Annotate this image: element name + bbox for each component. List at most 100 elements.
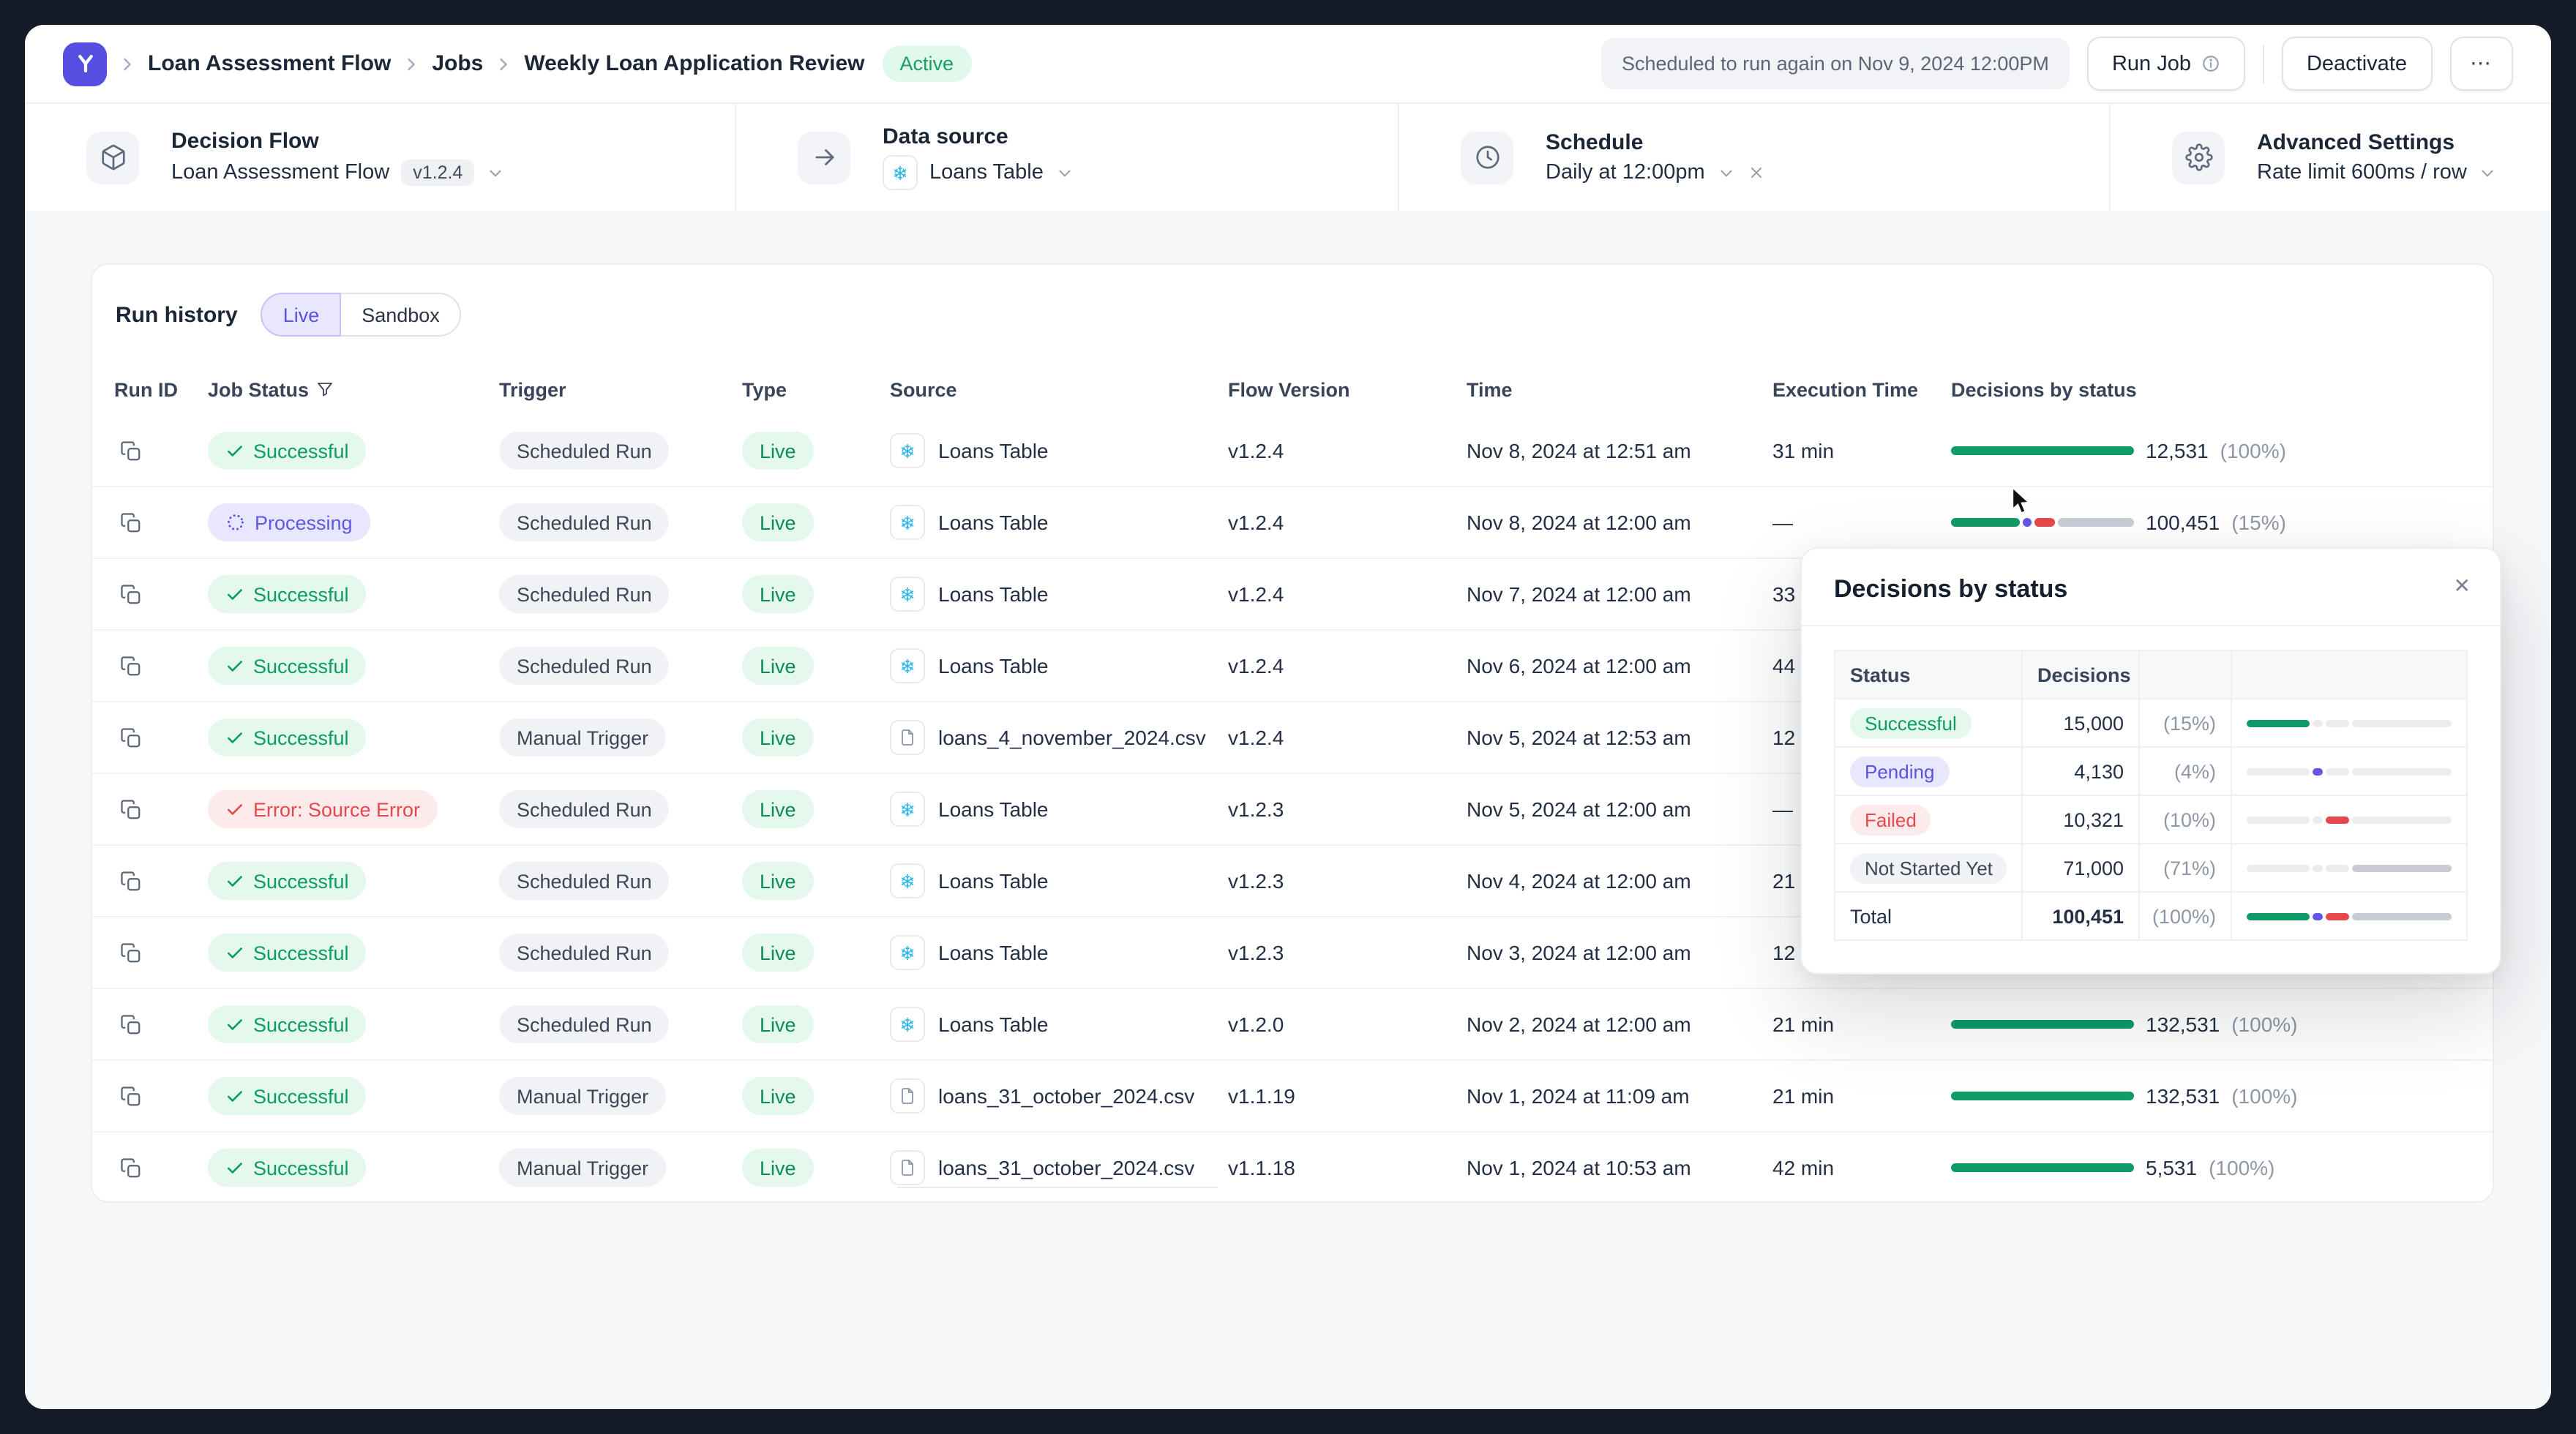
column-header-trigger[interactable]: Trigger [499, 378, 742, 400]
chevron-down-icon[interactable] [486, 163, 505, 182]
time-cell: Nov 6, 2024 at 12:00 am [1467, 654, 1772, 677]
copy-run-id-icon[interactable] [114, 798, 208, 820]
execution-time-cell: 31 min [1772, 439, 1951, 462]
decisions-bar[interactable] [1951, 1163, 2134, 1172]
copy-run-id-icon[interactable] [114, 440, 208, 462]
decision-flow-card[interactable]: Decision Flow Loan Assessment Flow v1.2.… [25, 104, 736, 211]
decisions-value: 5,531 [2146, 1156, 2197, 1179]
tab-sandbox[interactable]: Sandbox [341, 293, 462, 337]
source-name: Loans Table [938, 511, 1049, 534]
column-header-job-status[interactable]: Job Status [208, 378, 499, 400]
copy-run-id-icon[interactable] [114, 1085, 208, 1107]
popup-table-row: Total100,451(100%) [1835, 891, 2466, 939]
filter-icon[interactable] [316, 380, 334, 398]
decisions-bar[interactable] [1951, 518, 2134, 527]
trigger-badge: Scheduled Run [499, 1005, 670, 1043]
chevron-down-icon[interactable] [1717, 163, 1736, 182]
popup-total-label: Total [1850, 905, 1892, 927]
data-source-card[interactable]: Data source ❄ Loans Table [736, 104, 1399, 211]
trigger-cell: Scheduled Run [499, 862, 742, 900]
advanced-settings-card[interactable]: Advanced Settings Rate limit 600ms / row [2111, 104, 2551, 211]
source-cell: loans_31_october_2024.csv [890, 1150, 1228, 1185]
copy-run-id-icon[interactable] [114, 655, 208, 677]
breadcrumb-jobs[interactable]: Jobs [432, 51, 483, 76]
copy-run-id-icon[interactable] [114, 870, 208, 892]
popup-table-row: Successful15,000(15%) [1835, 698, 2466, 746]
table-row[interactable]: SuccessfulScheduled RunLive❄Loans Tablev… [92, 988, 2493, 1059]
source-name: Loans Table [938, 439, 1049, 462]
column-header-flow-version[interactable]: Flow Version [1228, 378, 1467, 400]
type-cell: Live [742, 1077, 890, 1115]
file-icon [890, 1150, 925, 1185]
job-status-badge: Successful [208, 432, 367, 470]
chevron-right-icon [117, 53, 138, 74]
column-header-decisions-by-status[interactable]: Decisions by status [1951, 378, 2471, 400]
trigger-badge: Scheduled Run [499, 575, 670, 613]
trigger-cell: Manual Trigger [499, 1149, 742, 1187]
copy-run-id-icon[interactable] [114, 583, 208, 605]
breadcrumb-flow[interactable]: Loan Assessment Flow [148, 51, 391, 76]
column-label: Source [890, 378, 957, 400]
remove-schedule-icon[interactable] [1748, 164, 1765, 181]
trigger-badge: Scheduled Run [499, 503, 670, 541]
schedule-value: Daily at 12:00pm [1546, 161, 1705, 184]
flow-version-cell: v1.2.4 [1228, 439, 1467, 462]
column-header-source[interactable]: Source [890, 378, 1228, 400]
copy-run-id-icon[interactable] [114, 1157, 208, 1179]
schedule-card[interactable]: Schedule Daily at 12:00pm [1399, 104, 2111, 211]
more-actions-button[interactable]: ⋯ [2449, 37, 2513, 91]
job-status-cell: Successful [208, 647, 499, 685]
run-id-cell [114, 511, 208, 533]
snowflake-icon: ❄ [890, 648, 925, 683]
close-icon[interactable]: ✕ [2454, 574, 2471, 598]
column-header-type[interactable]: Type [742, 378, 890, 400]
environment-toggle: Live Sandbox [261, 293, 462, 337]
copy-run-id-icon[interactable] [114, 1013, 208, 1035]
column-label: Time [1467, 378, 1513, 400]
type-badge: Live [742, 575, 814, 613]
popup-decisions-percent: (71%) [2138, 844, 2231, 891]
flow-version-cell: v1.2.4 [1228, 582, 1467, 606]
decisions-bar[interactable] [1951, 446, 2134, 455]
check-icon [225, 1086, 244, 1105]
job-status-badge: Successful [208, 862, 367, 900]
job-status-cell: Successful [208, 575, 499, 613]
job-status-label: Successful [253, 440, 349, 462]
column-header-time[interactable]: Time [1467, 378, 1772, 400]
trigger-cell: Manual Trigger [499, 718, 742, 757]
app-stage: Loan Assessment Flow Jobs Weekly Loan Ap… [0, 0, 2576, 1434]
type-cell: Live [742, 1005, 890, 1043]
column-header-run-id[interactable]: Run ID [114, 378, 208, 400]
trigger-cell: Scheduled Run [499, 432, 742, 470]
popup-column-bar [2231, 651, 2466, 698]
decisions-bar[interactable] [1951, 1092, 2134, 1100]
run-job-button[interactable]: Run Job [2087, 37, 2245, 91]
column-label: Decisions by status [1951, 378, 2137, 400]
decisions-bar[interactable] [1951, 1020, 2134, 1029]
popup-decisions-value: 71,000 [2021, 844, 2138, 891]
check-icon [225, 1158, 244, 1177]
copy-run-id-icon[interactable] [114, 511, 208, 533]
popup-table-header: Status Decisions [1835, 651, 2466, 698]
job-status-cell: Successful [208, 1149, 499, 1187]
chevron-down-icon[interactable] [1055, 163, 1074, 182]
popup-status-badge: Successful [1850, 707, 1972, 738]
copy-run-id-icon[interactable] [114, 727, 208, 748]
table-row[interactable]: SuccessfulScheduled RunLive❄Loans Tablev… [92, 416, 2493, 486]
popup-table-body: Successful15,000(15%)Pending4,130(4%)Fai… [1835, 698, 2466, 939]
card-title: Schedule [1546, 130, 1765, 155]
table-row[interactable]: SuccessfulManual TriggerLiveloans_31_oct… [92, 1059, 2493, 1131]
chevron-down-icon[interactable] [2479, 163, 2498, 182]
copy-run-id-icon[interactable] [114, 942, 208, 964]
table-row[interactable]: SuccessfulManual TriggerLiveloans_31_oct… [92, 1131, 2493, 1203]
popup-bar-cell [2231, 699, 2466, 746]
deactivate-button[interactable]: Deactivate [2282, 37, 2432, 91]
decisions-percent: (100%) [2209, 1156, 2274, 1179]
time-cell: Nov 7, 2024 at 12:00 am [1467, 582, 1772, 606]
app-logo-icon[interactable] [63, 42, 107, 86]
flow-version-cell: v1.2.3 [1228, 869, 1467, 893]
tab-live[interactable]: Live [261, 293, 342, 337]
popup-table-row: Failed10,321(10%) [1835, 795, 2466, 843]
decisions-percent: (100%) [2220, 439, 2286, 462]
column-header-execution-time[interactable]: Execution Time [1772, 378, 1951, 400]
